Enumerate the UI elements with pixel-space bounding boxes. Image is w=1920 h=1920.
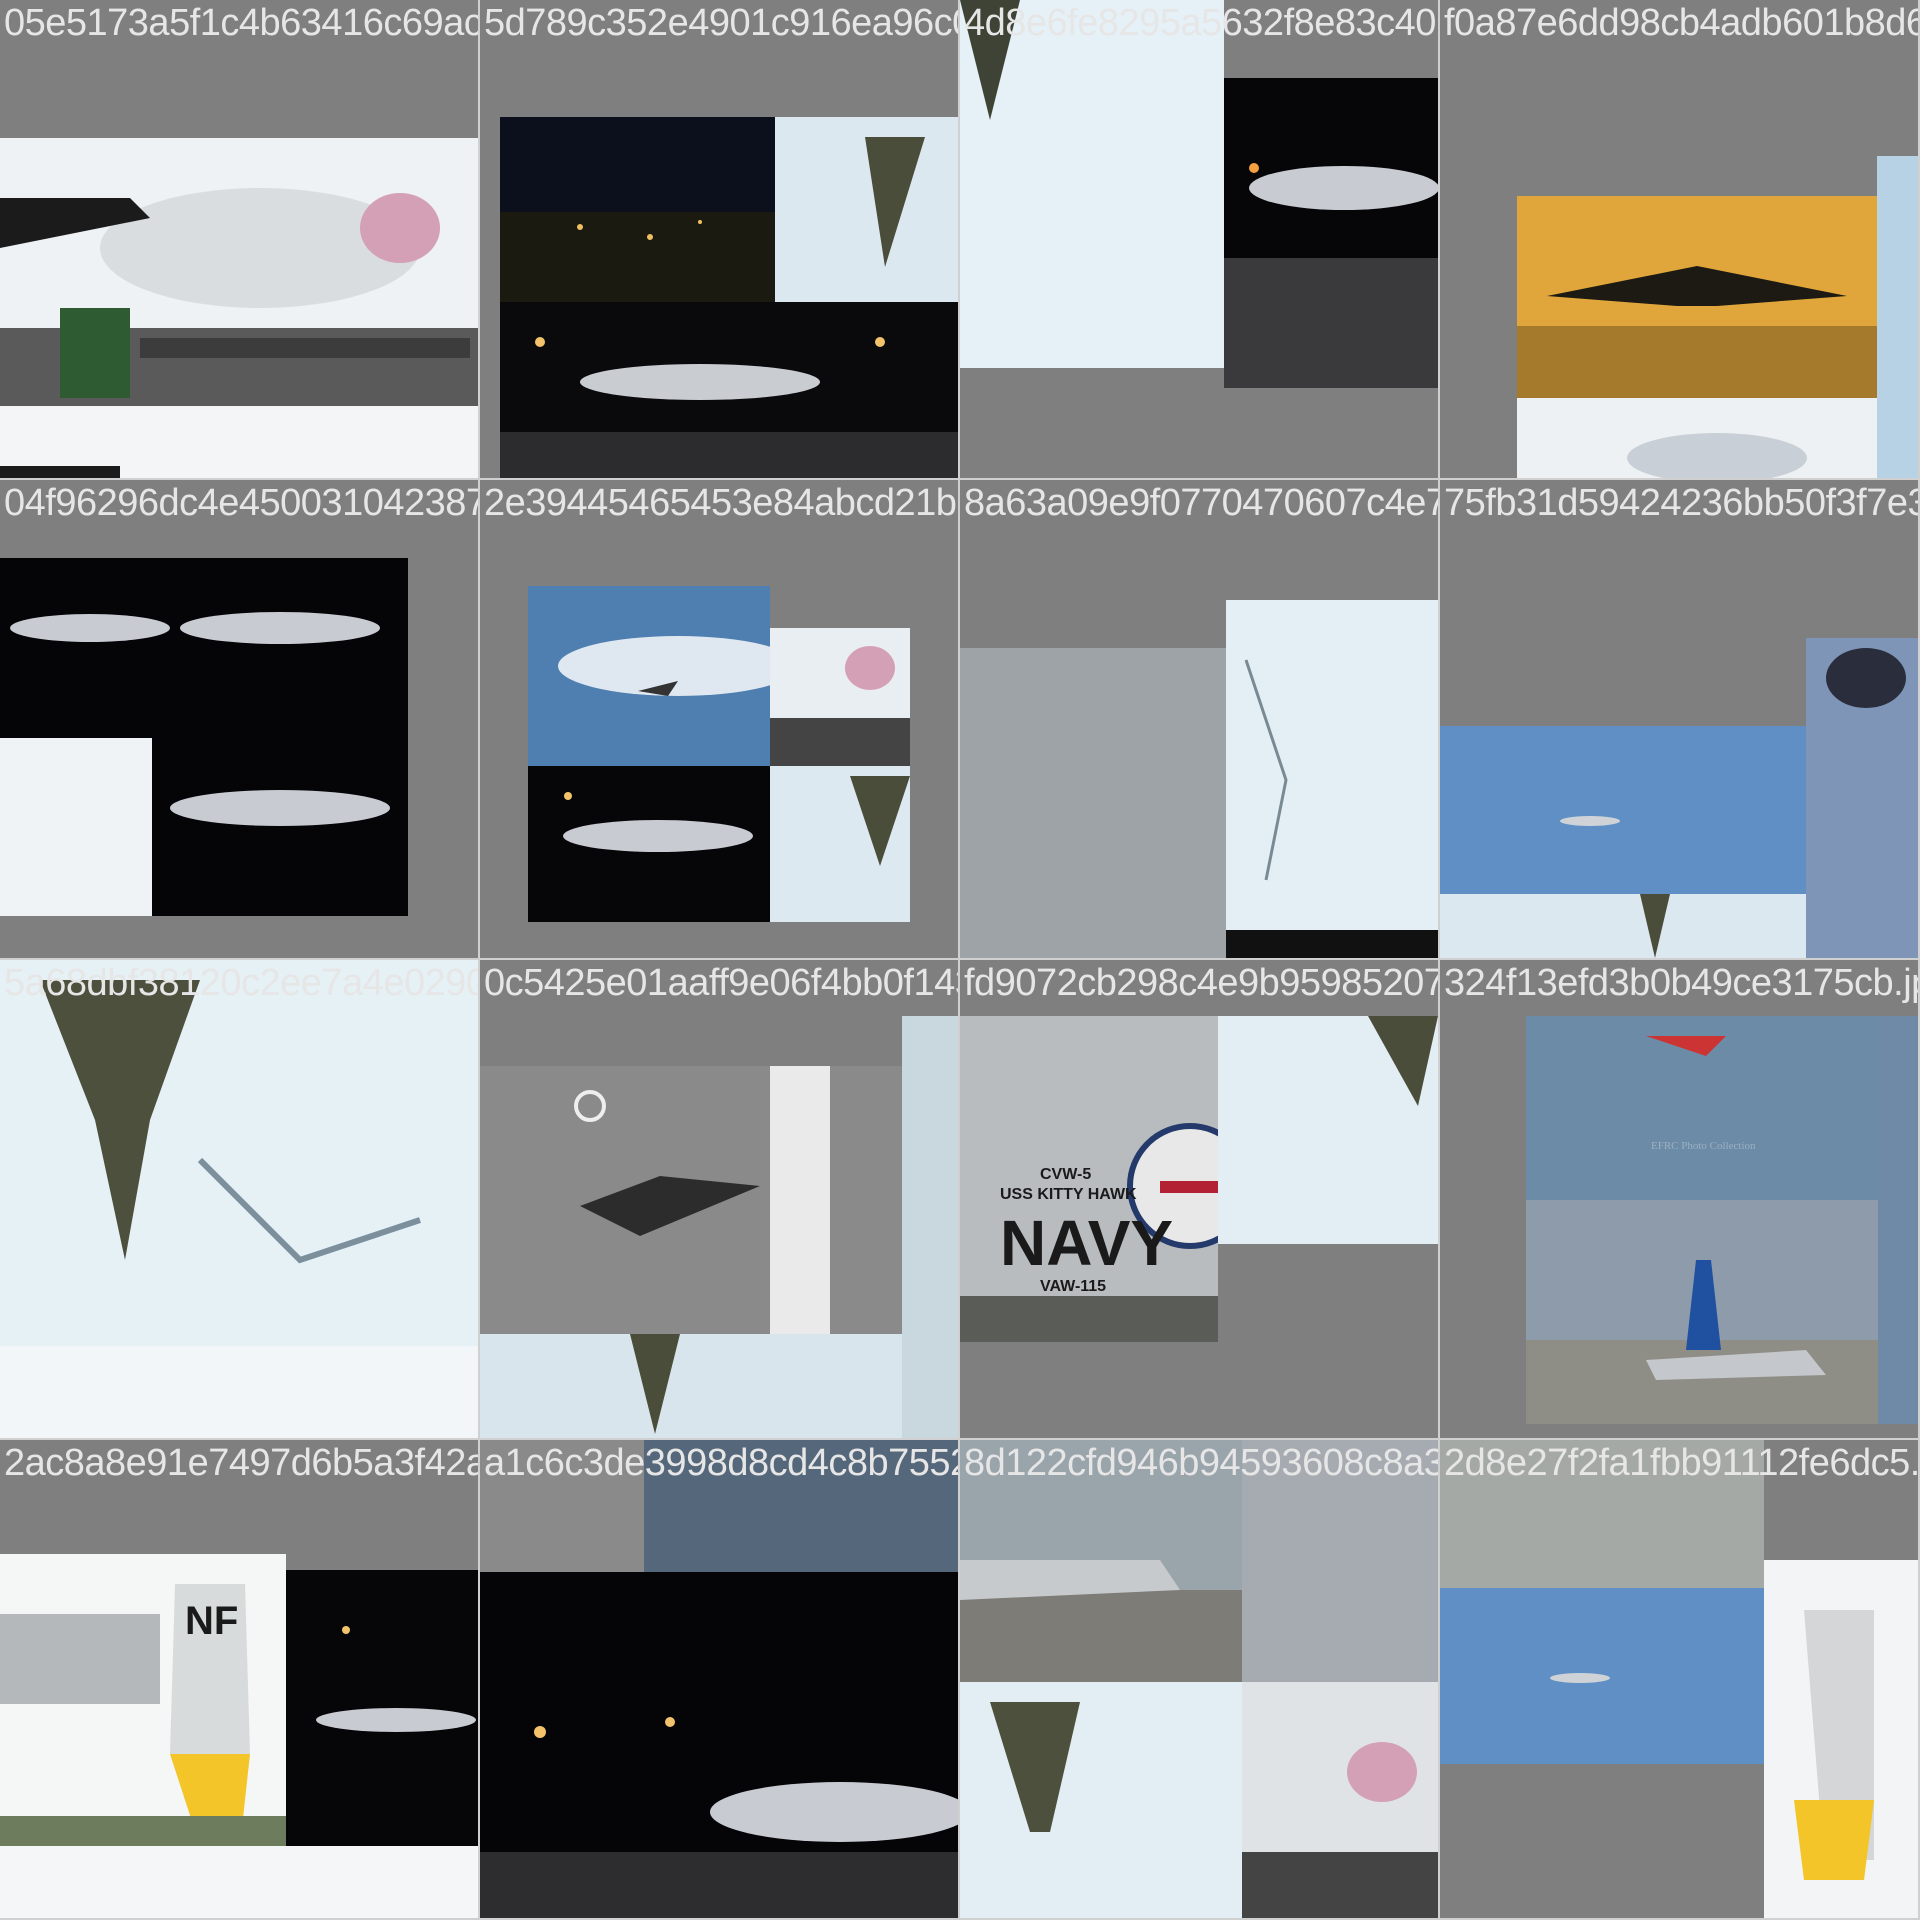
navy-hawkeye-photo: CVW-5 USS KITTY HAWK NAVY VAW-115 xyxy=(960,1016,1218,1342)
jet-blue-sky-photo xyxy=(528,586,770,766)
snow-mountains-photo xyxy=(960,0,1224,368)
phantom-over-mountains-photo xyxy=(960,1682,1242,1918)
gripen-night-photo xyxy=(1224,78,1438,388)
tile-filename: 2e39445465453e84abcd21b84761008a.jpg xyxy=(484,482,958,524)
tile[interactable]: 5a68dbf38120c2ee7a4e0290c5425b1.jpg xyxy=(0,960,478,1438)
snow-photo-strip xyxy=(0,1346,478,1438)
ship-name-text: USS KITTY HAWK xyxy=(1000,1186,1137,1203)
tile[interactable]: 2ac8a8e91e7497d6b5a3f42a12509848.jpg NF xyxy=(0,1440,478,1918)
tile[interactable]: 05e5173a5f1c4b63416c69ac58799012.jpg xyxy=(0,0,478,478)
carrier-deck-photo xyxy=(770,628,910,766)
squadron-text: VAW-115 xyxy=(1040,1278,1107,1295)
tail-fin-photo xyxy=(1764,1560,1918,1918)
carrier-deck-photo xyxy=(1517,398,1877,478)
tile-filename: fd9072cb298c4e9b959852074f3751.jpg xyxy=(964,962,1438,1004)
tile-filename: 05e5173a5f1c4b63416c69ac58799012.jpg xyxy=(4,2,478,44)
navy-text: NAVY xyxy=(1000,1207,1174,1279)
tile[interactable]: 04f96296dc4e450031042387d890f6e.jpg xyxy=(0,480,478,958)
tail-code-text: NF xyxy=(185,1599,239,1643)
mirage-runway-photo xyxy=(1526,1200,1878,1424)
drone-blue-sky-photo xyxy=(1440,726,1806,894)
tile-filename: 8a63a09e9f0770470607c4e759f33d57.jpg xyxy=(964,482,1438,524)
tile[interactable]: 4d8e6fe8295a5632f8e83c401967e5d.jpg xyxy=(960,0,1438,478)
carrier-deck-photo-repeat xyxy=(0,406,478,478)
tile-filename: a1c6c3de3998d8cd4c8b7552e06.jpg xyxy=(484,1442,958,1484)
gripen-night-photo xyxy=(286,1570,478,1846)
jet-runway-night-photo xyxy=(500,302,958,478)
tile[interactable]: 0c5425e01aaff9e06f4bb0f14356e7a1.jpg xyxy=(480,960,958,1438)
tile-filename: 0c5425e01aaff9e06f4bb0f14356e7a1.jpg xyxy=(484,962,958,1004)
tile-filename: 4d8e6fe8295a5632f8e83c401967e5d.jpg xyxy=(964,2,1438,44)
drone-blue-sky-photo xyxy=(1440,1588,1764,1764)
tile[interactable]: 324f13efd3b0b49ce3175cb.jpg EFRC Photo C… xyxy=(1440,960,1918,1438)
snow-mountains-photo xyxy=(1218,1016,1438,1244)
tile-filename: f0a87e6dd98cb4adb601b8d6.jpg xyxy=(1444,2,1918,44)
fighter-over-snow-photo xyxy=(770,766,910,922)
photo-watermark: EFRC Photo Collection xyxy=(1651,1140,1756,1152)
gripen-night-photo xyxy=(480,1572,958,1918)
tile-filename: 8d122cfd946b94593608c8a3d932a57d.jpg xyxy=(964,1442,1438,1484)
tile-filename: 324f13efd3b0b49ce3175cb.jpg xyxy=(1444,962,1918,1004)
phantom-over-mountains-photo xyxy=(0,960,478,1346)
tile-filename: 2ac8a8e91e7497d6b5a3f42a12509848.jpg xyxy=(4,1442,478,1484)
tile[interactable]: a1c6c3de3998d8cd4c8b7552e06.jpg xyxy=(480,1440,958,1918)
tile-filename: 5a68dbf38120c2ee7a4e0290c5425b1.jpg xyxy=(4,962,478,1004)
city-night-photo xyxy=(500,117,775,302)
tile-filename: 5d789c352e4901c916ea96c04d356f0e3.jpg xyxy=(484,2,958,44)
carrier-deck-photo xyxy=(0,1846,478,1918)
snow-mountains-photo xyxy=(1440,894,1806,958)
tile[interactable]: f0a87e6dd98cb4adb601b8d6.jpg xyxy=(1440,0,1918,478)
carrier-deck-photo xyxy=(0,138,478,406)
snow-mountains-photo xyxy=(1226,600,1438,958)
gun-camera-photo xyxy=(480,1066,902,1334)
tile[interactable]: 5d789c352e4901c916ea96c04d356f0e3.jpg xyxy=(480,0,958,478)
sky-photo-edge xyxy=(1877,156,1918,478)
photo-edge xyxy=(1878,1016,1918,1424)
gripen-night-photo xyxy=(528,766,770,922)
carrier-deck-photo xyxy=(1242,1682,1438,1918)
tile[interactable]: 2d8e27f2fa1fbb91112fe6dc5.jpg xyxy=(1440,1440,1918,1918)
tile-filename: 75fb31d59424236bb50f3f7e3.jpg xyxy=(1444,482,1918,524)
tail-fin-photo: NF xyxy=(0,1554,286,1846)
unit-code-text: CVW-5 xyxy=(1040,1166,1092,1183)
gripen-collage-photo xyxy=(0,558,408,916)
contrail-photo xyxy=(1806,638,1918,958)
gray-sky-photo xyxy=(960,648,1226,958)
formation-flight-photo: EFRC Photo Collection xyxy=(1526,1016,1878,1200)
image-grid: 05e5173a5f1c4b63416c69ac58799012.jpg 5d7… xyxy=(0,0,1920,1920)
tile[interactable]: 8a63a09e9f0770470607c4e759f33d57.jpg xyxy=(960,480,1438,958)
tile[interactable]: fd9072cb298c4e9b959852074f3751.jpg CVW-5… xyxy=(960,960,1438,1438)
snow-photo-edge xyxy=(902,1016,958,1438)
b2-sunset-photo xyxy=(1517,196,1877,398)
tile[interactable]: 75fb31d59424236bb50f3f7e3.jpg xyxy=(1440,480,1918,958)
tile-filename: 2d8e27f2fa1fbb91112fe6dc5.jpg xyxy=(1444,1442,1918,1484)
snow-mountains-photo xyxy=(480,1334,902,1438)
tile-filename: 04f96296dc4e450031042387d890f6e.jpg xyxy=(4,482,478,524)
fighter-over-snow-photo xyxy=(775,117,958,302)
tile[interactable]: 8d122cfd946b94593608c8a3d932a57d.jpg xyxy=(960,1440,1438,1918)
tile[interactable]: 2e39445465453e84abcd21b84761008a.jpg xyxy=(480,480,958,958)
